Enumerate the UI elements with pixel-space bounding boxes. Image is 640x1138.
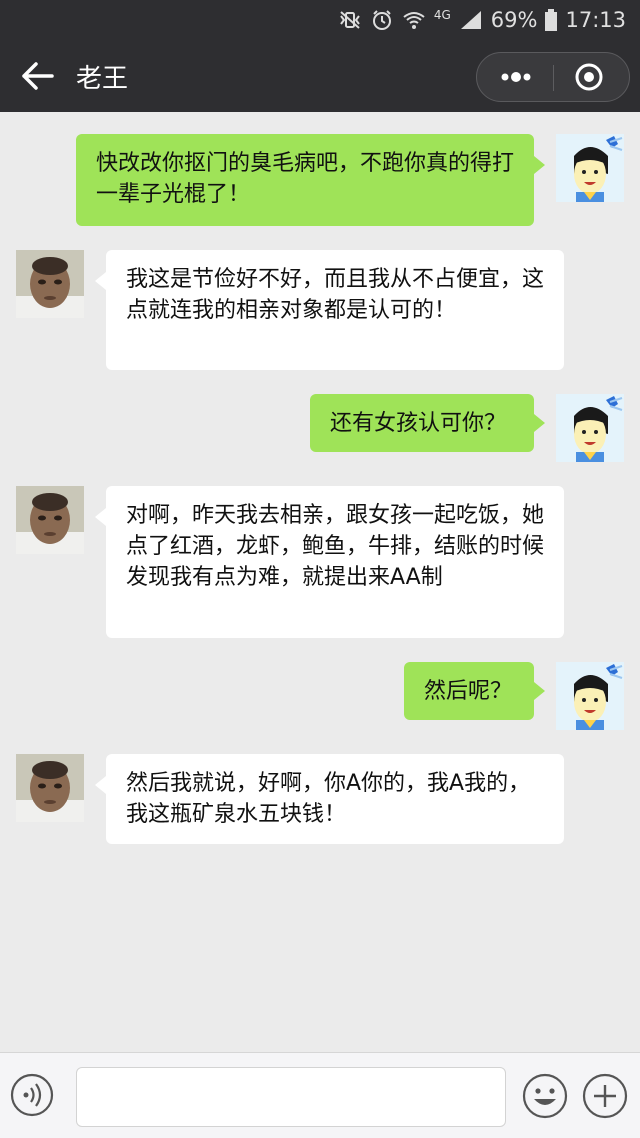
bubble-tail [534, 414, 545, 432]
voice-icon[interactable] [10, 1073, 54, 1117]
nav-bar: 老王 [0, 40, 640, 112]
back-arrow-icon[interactable] [20, 60, 54, 92]
chat-screen: 4G 69% 17:13 老王 快改改你抠门的臭毛病吧，不跑你真的得打一辈子光棍… [0, 0, 640, 1138]
input-bar [0, 1052, 640, 1138]
clock: 17:13 [565, 8, 626, 32]
my-avatar[interactable] [556, 134, 624, 202]
signal-icon [460, 11, 481, 29]
bubble-tail [95, 272, 106, 290]
circle-target-icon[interactable] [573, 61, 605, 93]
my-avatar[interactable] [556, 394, 624, 462]
wifi-icon [403, 12, 425, 29]
contact-avatar[interactable] [16, 486, 84, 554]
battery-icon [545, 9, 558, 31]
status-bar: 4G 69% 17:13 [0, 0, 640, 40]
plus-icon[interactable] [582, 1073, 628, 1119]
my-message-bubble[interactable]: 还有女孩认可你？ [310, 394, 534, 452]
mini-program-capsule [476, 52, 630, 102]
my-message-bubble[interactable]: 然后呢？ [404, 662, 534, 720]
capsule-divider [553, 65, 554, 91]
alarm-icon [372, 10, 391, 30]
more-dots-icon[interactable] [491, 63, 543, 91]
contact-message-bubble[interactable]: 对啊，昨天我去相亲，跟女孩一起吃饭，她点了红酒，龙虾，鲍鱼，牛排，结账的时候发现… [106, 486, 564, 638]
bubble-tail [95, 508, 106, 526]
chat-title: 老王 [76, 64, 129, 94]
bubble-tail [534, 156, 545, 174]
network-type: 4G [433, 8, 451, 22]
contact-message-bubble[interactable]: 然后我就说，好啊，你A你的，我A我的，我这瓶矿泉水五块钱！ [106, 754, 564, 844]
emoji-icon[interactable] [522, 1073, 568, 1119]
battery-percent: 69% [490, 8, 538, 32]
contact-avatar[interactable] [16, 250, 84, 318]
mute-vibrate-icon [340, 11, 360, 29]
my-message-bubble[interactable]: 快改改你抠门的臭毛病吧，不跑你真的得打一辈子光棍了！ [76, 134, 534, 226]
contact-avatar[interactable] [16, 754, 84, 822]
bubble-tail [95, 776, 106, 794]
bubble-tail [534, 682, 545, 700]
message-input[interactable] [76, 1067, 506, 1127]
contact-message-bubble[interactable]: 我这是节俭好不好，而且我从不占便宜，这点就连我的相亲对象都是认可的！ [106, 250, 564, 370]
my-avatar[interactable] [556, 662, 624, 730]
